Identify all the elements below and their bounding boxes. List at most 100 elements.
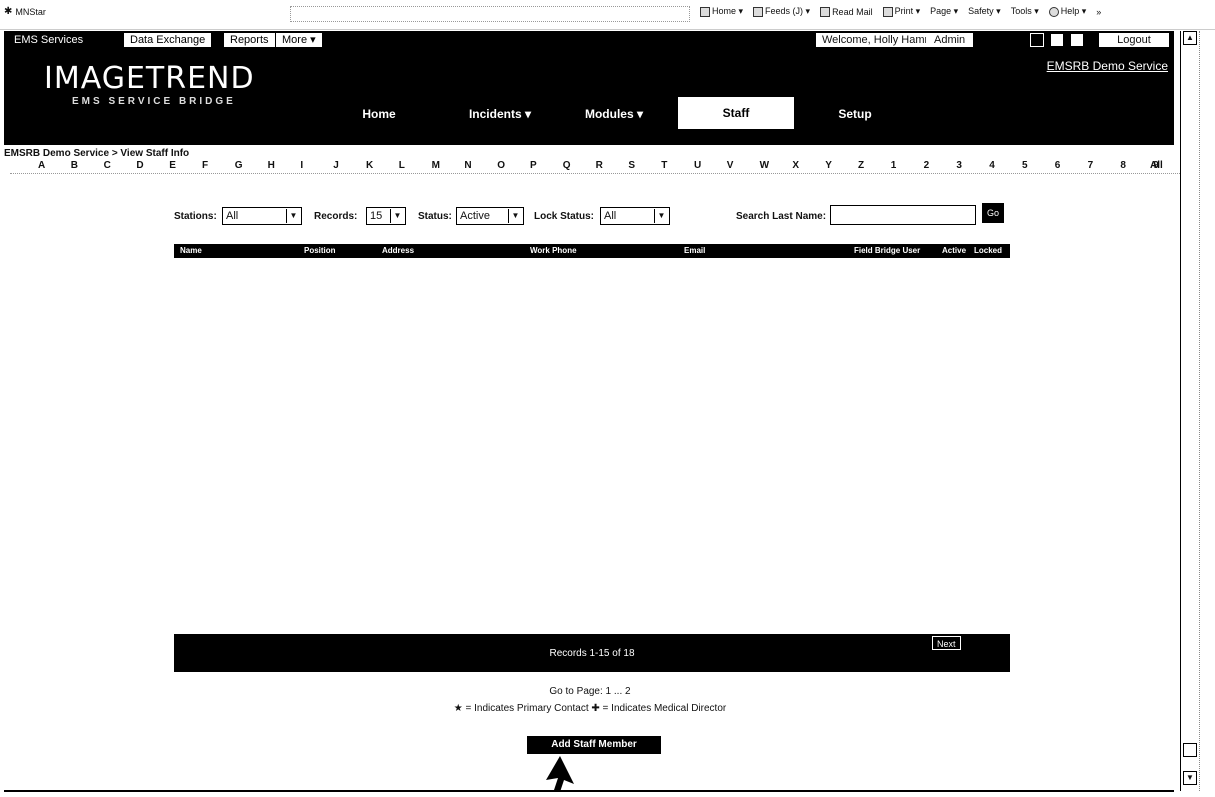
contact-legend: ★ = Indicates Primary Contact ✚ = Indica… <box>453 703 727 714</box>
alpha-filter-z[interactable]: Z <box>858 160 864 171</box>
stations-select[interactable]: All ▼ <box>222 207 302 225</box>
column-name[interactable]: Name <box>180 246 202 255</box>
alpha-filter-b[interactable]: B <box>71 160 78 171</box>
printer-icon <box>882 6 893 17</box>
nav-staff[interactable]: Staff <box>678 97 794 129</box>
alpha-filter-s[interactable]: S <box>628 160 635 171</box>
nav-home[interactable]: Home <box>344 101 414 127</box>
alpha-filter-i[interactable]: I <box>300 160 303 171</box>
alpha-filter-w[interactable]: W <box>760 160 769 171</box>
tab-more[interactable]: More ▾ <box>276 33 322 47</box>
filter-row: Stations: All ▼ Records: 15 ▼ Status: Acti… <box>174 203 1014 231</box>
tab-ems-services[interactable]: EMS Services <box>8 33 90 47</box>
scroll-down-icon[interactable]: ▼ <box>1183 771 1197 785</box>
records-count: Records 1-15 of 18 <box>549 648 635 659</box>
browser-tools-menu[interactable]: Tools ▾ <box>1011 6 1039 17</box>
imagetrend-logo: IMAGETREND EMS SERVICE BRIDGE <box>44 61 255 107</box>
column-email[interactable]: Email <box>684 246 705 255</box>
address-area[interactable] <box>290 6 690 22</box>
alpha-filter-f[interactable]: F <box>202 160 208 171</box>
alpha-filter-4[interactable]: 4 <box>989 160 995 171</box>
nav-setup[interactable]: Setup <box>820 101 890 127</box>
app-header: IMAGETREND EMS SERVICE BRIDGE EMSRB Demo… <box>4 49 1174 145</box>
browser-overflow-button[interactable]: » <box>1096 7 1101 17</box>
alpha-filter-h[interactable]: H <box>268 160 275 171</box>
column-position[interactable]: Position <box>304 246 336 255</box>
column-active[interactable]: Active <box>942 246 966 255</box>
alpha-filter-e[interactable]: E <box>169 160 176 171</box>
alpha-filter-5[interactable]: 5 <box>1022 160 1028 171</box>
chevron-down-icon: ▼ <box>286 209 300 223</box>
browser-home-button[interactable]: Home ▾ <box>700 6 743 17</box>
alpha-filter-u[interactable]: U <box>694 160 701 171</box>
browser-page-menu[interactable]: Page ▾ <box>930 6 958 17</box>
browser-safety-menu[interactable]: Safety ▾ <box>968 6 1001 17</box>
service-name-link[interactable]: EMSRB Demo Service <box>1047 59 1168 73</box>
alpha-filter-t[interactable]: T <box>661 160 667 171</box>
alpha-filter-q[interactable]: Q <box>563 160 571 171</box>
scroll-up-icon[interactable]: ▲ <box>1183 31 1197 45</box>
browser-commands: Home ▾ Feeds (J) ▾ Read Mail Print ▾ Pag… <box>700 6 1101 17</box>
alpha-filter-g[interactable]: G <box>235 160 243 171</box>
next-page-button[interactable]: Next <box>932 636 961 650</box>
bottom-divider <box>4 790 1174 792</box>
alpha-filter-2[interactable]: 2 <box>924 160 930 171</box>
browser-feeds-button[interactable]: Feeds (J) ▾ <box>753 6 810 17</box>
alpha-filter-n[interactable]: N <box>464 160 471 171</box>
scroll-thumb[interactable] <box>1183 743 1197 757</box>
records-select[interactable]: 15 ▼ <box>366 207 406 225</box>
alpha-filter-x[interactable]: X <box>792 160 799 171</box>
tab-reports[interactable]: Reports <box>224 33 275 47</box>
browser-tab-title[interactable]: ✱ MNStar <box>4 6 46 17</box>
logout-button[interactable]: Logout <box>1099 33 1169 47</box>
status-select[interactable]: Active ▼ <box>456 207 524 225</box>
alpha-filter-7[interactable]: 7 <box>1088 160 1094 171</box>
mail-icon <box>820 6 831 17</box>
alpha-filter-m[interactable]: M <box>432 160 440 171</box>
alpha-filter-1[interactable]: 1 <box>891 160 897 171</box>
alpha-filter-v[interactable]: V <box>727 160 734 171</box>
browser-command-bar: ✱ MNStar Home ▾ Feeds (J) ▾ Read Mail Pr… <box>0 0 1215 30</box>
chevron-down-icon: ▼ <box>654 209 668 223</box>
vertical-scrollbar[interactable]: ▲ ▼ <box>1180 31 1200 791</box>
alpha-filter-3[interactable]: 3 <box>956 160 962 171</box>
window-icon[interactable] <box>1070 33 1084 47</box>
nav-modules[interactable]: Modules ▾ <box>564 101 664 127</box>
column-work-phone[interactable]: Work Phone <box>530 246 577 255</box>
alpha-filter-a[interactable]: A <box>38 160 45 171</box>
go-button[interactable]: Go <box>982 203 1004 223</box>
alpha-filter-l[interactable]: L <box>399 160 405 171</box>
staff-table-header: Name Position Address Work Phone Email F… <box>174 244 1010 258</box>
search-last-name-input[interactable] <box>830 205 976 225</box>
alpha-filter-k[interactable]: K <box>366 160 373 171</box>
alpha-filter-c[interactable]: C <box>104 160 111 171</box>
stations-label: Stations: <box>174 211 217 222</box>
column-field-bridge-user[interactable]: Field Bridge User <box>854 246 920 255</box>
staff-table-body <box>174 258 1010 634</box>
info-icon[interactable] <box>1030 33 1044 47</box>
column-address[interactable]: Address <box>382 246 414 255</box>
nav-incidents[interactable]: Incidents ▾ <box>450 101 550 127</box>
alpha-filter-8[interactable]: 8 <box>1120 160 1126 171</box>
column-locked[interactable]: Locked <box>974 246 1002 255</box>
alpha-filter-d[interactable]: D <box>136 160 143 171</box>
alpha-filter-p[interactable]: P <box>530 160 537 171</box>
alpha-filter-o[interactable]: O <box>497 160 505 171</box>
alpha-filter-j[interactable]: J <box>333 160 339 171</box>
lock-status-select[interactable]: All ▼ <box>600 207 670 225</box>
go-to-page[interactable]: Go to Page: 1 ... 2 <box>0 686 1180 697</box>
browser-print-button[interactable]: Print ▾ <box>882 6 920 17</box>
breadcrumb[interactable]: EMSRB Demo Service > View Staff Info <box>4 148 189 159</box>
browser-help-menu[interactable]: Help ▾ <box>1048 6 1086 17</box>
add-staff-member-button[interactable]: Add Staff Member <box>527 736 661 754</box>
alphabet-filter: A B C D E F G H I J K L M N O P Q R S T U V W X Y Z 1 2 3 4 5 6 7 8 9 All <box>10 160 1180 174</box>
browser-read-mail-button[interactable]: Read Mail <box>820 6 873 17</box>
search-icon[interactable] <box>1050 33 1064 47</box>
home-icon <box>700 6 710 17</box>
alpha-filter-6[interactable]: 6 <box>1055 160 1061 171</box>
alpha-filter-all[interactable]: All <box>1150 160 1163 171</box>
alpha-filter-r[interactable]: R <box>596 160 603 171</box>
admin-link[interactable]: Admin <box>926 33 974 47</box>
tab-data-exchange[interactable]: Data Exchange <box>124 33 212 47</box>
alpha-filter-y[interactable]: Y <box>825 160 832 171</box>
